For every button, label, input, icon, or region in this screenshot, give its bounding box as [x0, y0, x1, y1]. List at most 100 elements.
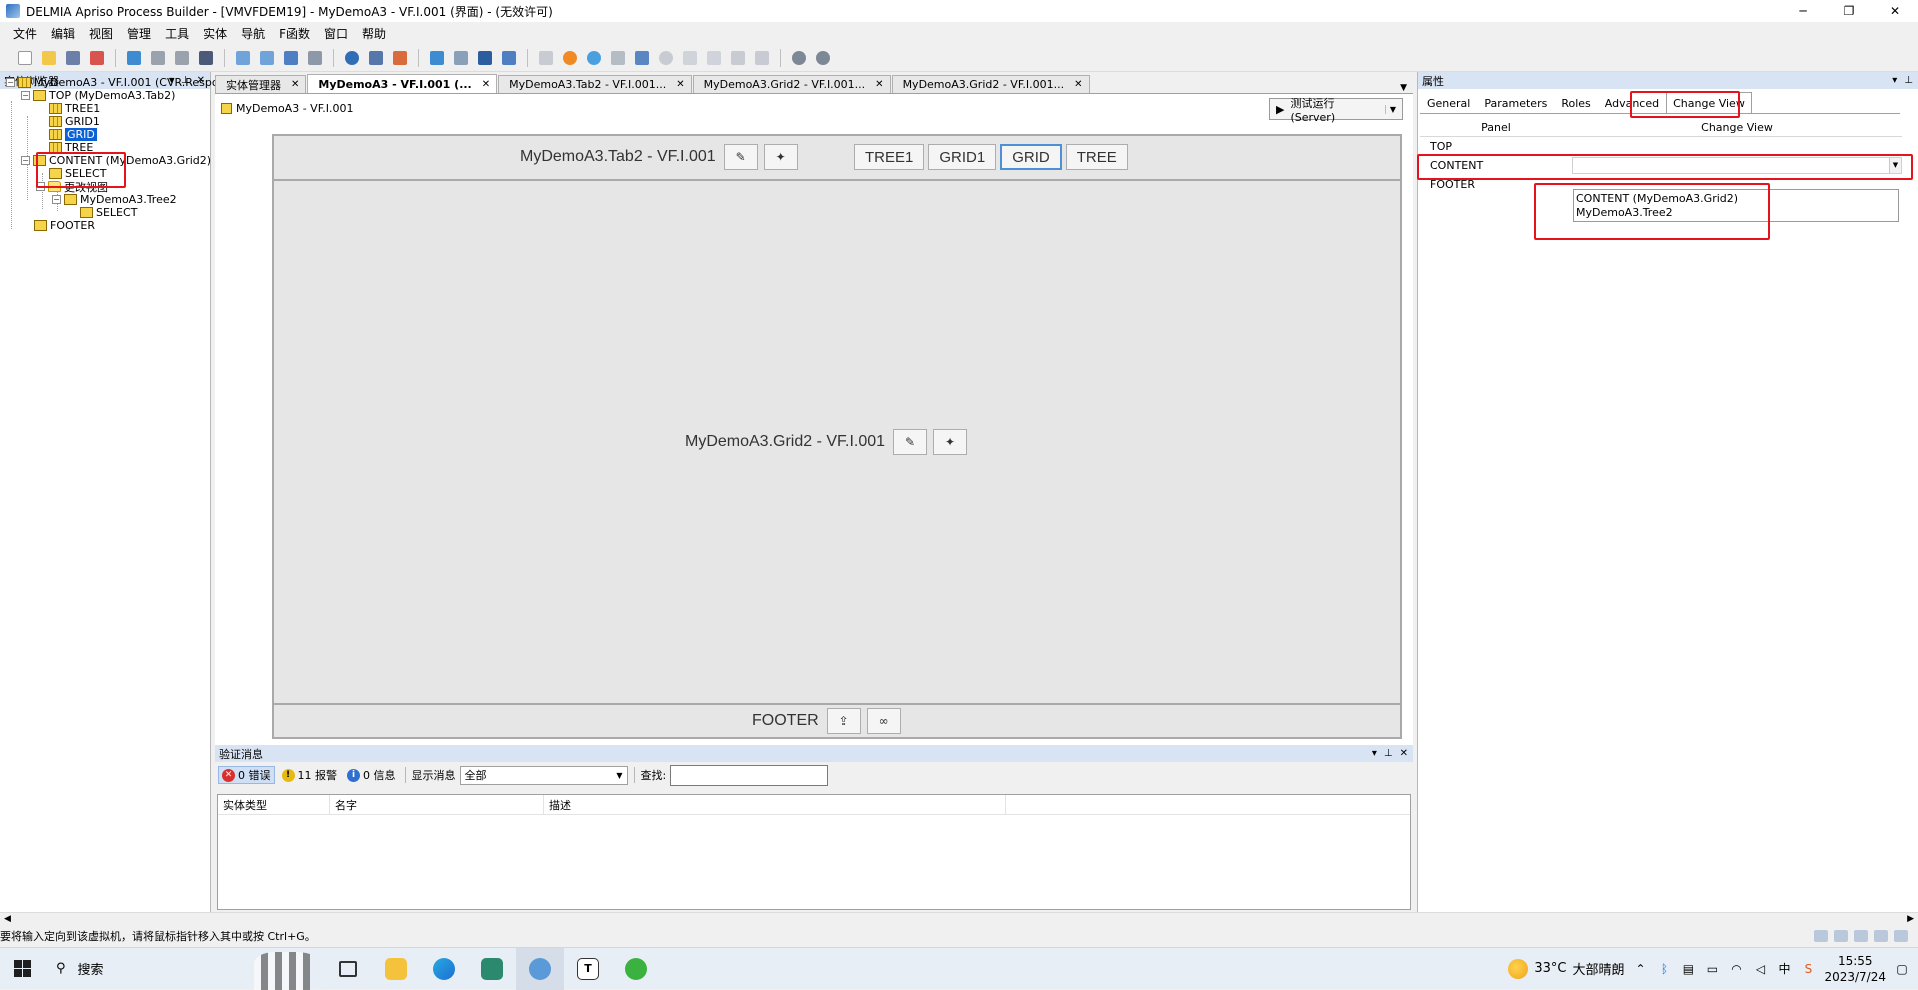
wifi-icon[interactable]: ◠ [1728, 961, 1744, 977]
record-icon[interactable] [559, 47, 581, 69]
menu-help[interactable]: 帮助 [355, 25, 393, 42]
show-messages-select[interactable]: 全部 ▼ [459, 765, 628, 785]
edge-icon[interactable] [420, 948, 468, 990]
print-icon[interactable] [304, 47, 326, 69]
zoom-out-icon[interactable] [812, 47, 834, 69]
tab-roles[interactable]: Roles [1554, 94, 1597, 113]
menu-navigate[interactable]: 导航 [234, 25, 272, 42]
sogou-icon[interactable]: S [1800, 961, 1816, 977]
ime-icon[interactable]: 中 [1776, 961, 1792, 977]
tab-grid2-a[interactable]: MyDemoA3.Grid2 - VF.I.001... ✕ [692, 75, 891, 93]
find-icon[interactable] [195, 47, 217, 69]
errors-filter[interactable]: ✕ 0 错误 [218, 766, 275, 784]
clock[interactable]: 15:55 2023/7/24 [1824, 953, 1886, 985]
battery-icon[interactable]: ▭ [1704, 961, 1720, 977]
tools-icon[interactable] [751, 47, 773, 69]
clipboard-icon[interactable]: ▤ [1680, 961, 1696, 977]
edit-view-icon[interactable]: ✎ [723, 144, 758, 170]
collapse-icon[interactable]: − [21, 91, 30, 100]
tab-general[interactable]: General [1420, 94, 1477, 113]
task-view-icon[interactable] [324, 948, 372, 990]
collapse-icon[interactable]: − [21, 156, 30, 165]
menu-edit[interactable]: 编辑 [44, 25, 82, 42]
menu-manage[interactable]: 管理 [120, 25, 158, 42]
close-icon[interactable]: ✕ [1400, 748, 1408, 759]
menu-entity[interactable]: 实体 [196, 25, 234, 42]
db-icon[interactable] [583, 47, 605, 69]
tree-node-footer[interactable]: FOOTER [34, 218, 95, 233]
redo-icon[interactable] [171, 47, 193, 69]
info-filter[interactable]: i 0 信息 [344, 767, 399, 783]
find-input[interactable] [670, 764, 829, 786]
link-icon[interactable]: ∞ [866, 708, 901, 734]
menu-view[interactable]: 视图 [82, 25, 120, 42]
minimize-button[interactable]: ─ [1780, 0, 1826, 22]
close-icon[interactable]: ✕ [482, 79, 490, 90]
typora-icon[interactable]: T [564, 948, 612, 990]
horizontal-scrollbar[interactable]: ◀ ▶ [0, 912, 1918, 924]
close-button[interactable]: ✕ [1872, 0, 1918, 22]
tab-button-tree[interactable]: TREE [1065, 144, 1128, 170]
zoom-in-icon[interactable] [788, 47, 810, 69]
disk-icon[interactable] [1814, 930, 1828, 942]
usb-icon[interactable] [1874, 930, 1888, 942]
pin-icon[interactable]: ⊥ [1384, 748, 1393, 759]
dropdown-icon[interactable]: ▼ [1384, 104, 1396, 114]
edit-view-icon[interactable]: ✎ [893, 429, 928, 455]
cloud-icon[interactable] [607, 47, 629, 69]
undo-icon[interactable] [147, 47, 169, 69]
tab-button-grid[interactable]: GRID [1000, 144, 1062, 170]
test-run-button[interactable]: ▶ 测试运行(Server) ▼ [1269, 97, 1403, 124]
dropdown-icon[interactable]: ▾ [1372, 748, 1377, 759]
file-explorer-icon[interactable] [372, 948, 420, 990]
tab-list-icon[interactable]: ▼ [1400, 83, 1413, 93]
scroll-right-icon[interactable]: ▶ [1907, 914, 1914, 924]
scroll-left-icon[interactable]: ◀ [4, 914, 11, 924]
paste-icon[interactable] [703, 47, 725, 69]
validate-icon[interactable] [426, 47, 448, 69]
menu-window[interactable]: 窗口 [317, 25, 355, 42]
refresh-icon[interactable] [123, 47, 145, 69]
new-file-icon[interactable] [14, 47, 36, 69]
close-icon[interactable]: ✕ [676, 79, 684, 90]
start-button[interactable] [0, 948, 44, 990]
screen-icon[interactable] [280, 47, 302, 69]
menu-functions[interactable]: F函数 [272, 25, 317, 42]
close-icon[interactable]: ✕ [1074, 79, 1082, 90]
gear-icon[interactable] [727, 47, 749, 69]
bluetooth-icon[interactable]: ᛒ [1656, 961, 1672, 977]
preview-icon[interactable] [498, 47, 520, 69]
message-icon[interactable] [1894, 930, 1908, 942]
collapse-icon[interactable]: − [6, 78, 15, 87]
network-icon[interactable] [631, 47, 653, 69]
copy-icon[interactable] [679, 47, 701, 69]
package-icon[interactable] [389, 47, 411, 69]
tab-button-grid1[interactable]: GRID1 [928, 144, 997, 170]
tag-icon[interactable]: ✦ [763, 144, 798, 170]
volume-icon[interactable]: ◁ [1752, 961, 1768, 977]
tab-mydemoa3[interactable]: MyDemoA3 - VF.I.001 (... ✕ [307, 74, 498, 93]
tab-grid2-b[interactable]: MyDemoA3.Grid2 - VF.I.001... ✕ [891, 75, 1090, 93]
column-name[interactable]: 名字 [330, 795, 544, 814]
menu-tools[interactable]: 工具 [158, 25, 196, 42]
deploy-icon[interactable] [365, 47, 387, 69]
compare-icon[interactable] [450, 47, 472, 69]
weather-widget[interactable]: 33°C 大部晴朗 [1508, 958, 1624, 979]
comment-icon[interactable] [474, 47, 496, 69]
column-entity-type[interactable]: 实体类型 [218, 795, 330, 814]
tag-icon[interactable]: ✦ [933, 429, 968, 455]
network-adapter-icon[interactable] [1854, 930, 1868, 942]
warnings-filter[interactable]: ! 11 报警 [279, 767, 341, 783]
layout-icon[interactable] [535, 47, 557, 69]
tab-parameters[interactable]: Parameters [1477, 94, 1554, 113]
eye-icon[interactable] [655, 47, 677, 69]
close-icon[interactable]: ✕ [875, 79, 883, 90]
wechat-icon[interactable] [612, 948, 660, 990]
save-icon[interactable] [62, 47, 84, 69]
menu-file[interactable]: 文件 [6, 25, 44, 42]
chevron-up-icon[interactable]: ⌃ [1632, 961, 1648, 977]
collapse-icon[interactable]: − [52, 195, 61, 204]
export-icon[interactable] [256, 47, 278, 69]
pin-icon[interactable]: ⊥ [1904, 75, 1913, 86]
tab-tab2[interactable]: MyDemoA3.Tab2 - VF.I.001... ✕ [498, 75, 692, 93]
